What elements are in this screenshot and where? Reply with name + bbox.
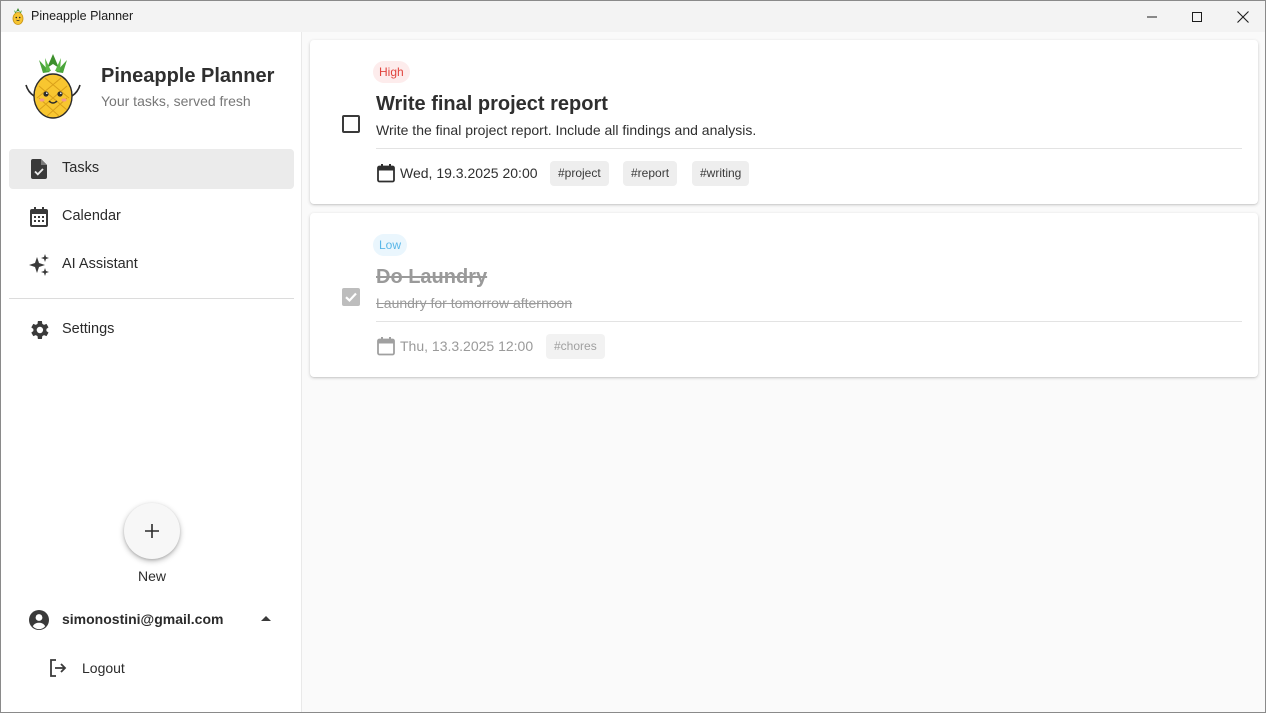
task-due-date: Thu, 13.3.2025 12:00 <box>400 338 534 354</box>
minimize-icon <box>1147 16 1157 17</box>
app-name: Pineapple Planner <box>101 65 275 87</box>
pineapple-logo <box>25 54 81 119</box>
sidebar-item-settings[interactable]: Settings <box>9 310 294 350</box>
sidebar-item-tasks[interactable]: Tasks <box>9 149 294 189</box>
account-circle-icon <box>29 610 49 630</box>
app-tagline: Your tasks, served fresh <box>101 93 251 109</box>
calendar-icon <box>30 207 48 227</box>
priority-badge: High <box>373 61 410 83</box>
gear-icon <box>31 321 49 339</box>
task-icon <box>31 159 47 179</box>
close-button[interactable] <box>1220 1 1265 32</box>
new-task-label: New <box>137 568 166 584</box>
maximize-icon <box>1192 11 1202 22</box>
sidebar-item-label: AI Assistant <box>62 256 138 272</box>
logout-icon <box>50 659 67 677</box>
sidebar: Pineapple Planner Your tasks, served fre… <box>1 32 301 712</box>
priority-badge: Low <box>373 234 408 256</box>
task-title: Write final project report <box>376 93 608 115</box>
pineapple-app-icon <box>12 8 24 25</box>
task-card[interactable]: Low Do Laundry Laundry for tomorrow afte… <box>310 213 1258 377</box>
task-checkbox[interactable] <box>342 115 360 133</box>
task-list: High Write final project report Write th… <box>302 32 1265 712</box>
tag-chip[interactable]: #chores <box>546 334 605 359</box>
title-bar: Pineapple Planner <box>1 1 1265 32</box>
plus-icon <box>145 524 159 538</box>
sidebar-item-ai-assistant[interactable]: AI Assistant <box>9 245 294 285</box>
caret-up-icon[interactable] <box>259 613 273 623</box>
user-menu[interactable]: simonostini@gmail.com <box>9 599 294 639</box>
task-checkbox[interactable] <box>342 288 360 306</box>
close-icon <box>1237 10 1249 23</box>
sidebar-item-calendar[interactable]: Calendar <box>9 197 294 237</box>
task-description: Write the final project report. Include … <box>376 122 757 138</box>
calendar-icon <box>377 337 395 356</box>
card-divider <box>376 321 1242 322</box>
calendar-icon <box>377 164 395 183</box>
window-title: Pineapple Planner <box>31 9 134 23</box>
sidebar-item-label: Settings <box>62 321 115 337</box>
sidebar-item-label: Calendar <box>62 208 121 224</box>
card-divider <box>376 148 1242 149</box>
sidebar-divider <box>9 298 294 299</box>
user-email: simonostini@gmail.com <box>62 611 224 627</box>
task-card[interactable]: High Write final project report Write th… <box>310 40 1258 204</box>
task-title: Do Laundry <box>376 266 488 288</box>
new-task-button[interactable] <box>124 503 180 559</box>
task-description: Laundry for tomorrow afternoon <box>376 295 573 311</box>
minimize-button[interactable] <box>1129 1 1175 32</box>
logout-label: Logout <box>82 660 125 676</box>
sidebar-item-label: Tasks <box>62 160 100 176</box>
task-due-date: Wed, 19.3.2025 20:00 <box>400 165 538 181</box>
sparkle-icon <box>29 254 49 276</box>
tag-chip[interactable]: #writing <box>692 161 750 186</box>
maximize-button[interactable] <box>1174 1 1220 32</box>
tag-chip[interactable]: #project <box>550 161 609 186</box>
logout-button[interactable]: Logout <box>9 648 294 688</box>
check-icon <box>345 292 357 303</box>
tag-chip[interactable]: #report <box>623 161 678 186</box>
app-window: Pineapple Planner Pineapple Planner Your… <box>0 0 1266 713</box>
